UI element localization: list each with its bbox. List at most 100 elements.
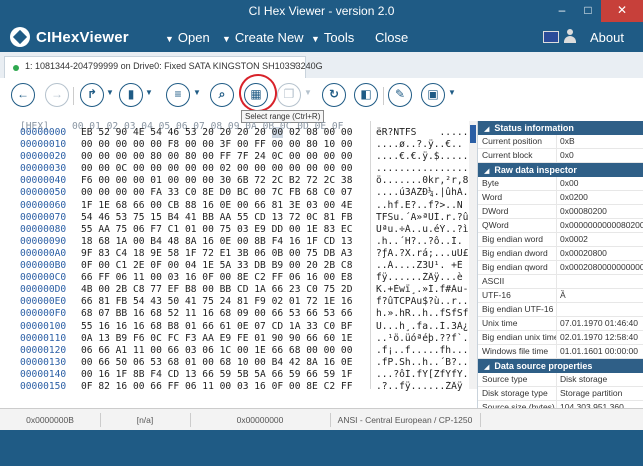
menu-tools[interactable]: ▼ Tools	[311, 30, 354, 45]
hex-row[interactable]: 66 FF 06 11 00 03 16 0F 00 8E C2 FF 06 1…	[81, 272, 352, 284]
hex-row[interactable]: 9F 83 C4 18 9E 58 1F 72 E1 3B 06 0B 00 7…	[81, 248, 352, 260]
hex-row[interactable]: 00 66 50 06 53 68 01 00 68 10 00 B4 42 8…	[81, 357, 352, 369]
ascii-row[interactable]: ö.......0kr,²r,8	[376, 175, 474, 187]
hex-row[interactable]: 06 66 A1 11 00 66 03 06 1C 00 1E 66 68 0…	[81, 345, 352, 357]
hex-row[interactable]: 00 00 00 00 00 F8 00 00 3F 00 FF 00 00 8…	[81, 139, 352, 151]
property-row[interactable]: Big endian word 0x0002	[478, 233, 643, 247]
list-dropdown-icon[interactable]: ▼	[193, 88, 201, 97]
property-value: 0x0000000000080200	[556, 219, 643, 232]
property-row[interactable]: Big endian unix time 02.01.1970 12:58:40	[478, 331, 643, 345]
property-row[interactable]: Source type Disk storage	[478, 373, 643, 387]
property-row[interactable]: Big endian UTF-16	[478, 303, 643, 317]
close-window-button[interactable]: ✕	[601, 0, 643, 22]
inspector-section-header[interactable]: ◢ Raw data inspector	[478, 163, 643, 177]
ascii-row[interactable]: .?..fÿ......ŽÂÿ	[376, 381, 474, 393]
copy-icon[interactable]: ❐	[277, 83, 301, 107]
ascii-row[interactable]: ..¹ö.üóªéþ.??f`.	[376, 333, 474, 345]
ascii-row[interactable]: U...h¸.fa..Í.3À¿	[376, 321, 474, 333]
status-encoding[interactable]: ANSI - Central European / CP-1250	[330, 413, 481, 427]
hex-row[interactable]: 55 16 16 16 68 B8 01 66 61 0E 07 CD 1A 3…	[81, 321, 352, 333]
refresh-icon[interactable]: ↻	[322, 83, 346, 107]
jump-dropdown-icon[interactable]: ▼	[106, 88, 114, 97]
status-section-header[interactable]: ◢ Status information	[478, 121, 643, 135]
hex-row[interactable]: 55 AA 75 06 F7 C1 01 00 75 03 E9 DD 00 1…	[81, 224, 352, 236]
ascii-row[interactable]: TFSu.´A»ªUÍ.r.?û	[376, 212, 474, 224]
ascii-row[interactable]: .f¡..f.....fh...	[376, 345, 474, 357]
hex-row[interactable]: 0F 00 C1 2E 0F 00 04 1E 5A 33 DB B9 00 2…	[81, 260, 352, 272]
logo-icon	[10, 27, 30, 47]
property-row[interactable]: Big endian dword 0x00020800	[478, 247, 643, 261]
maximize-button[interactable]: □	[575, 0, 601, 22]
hex-row[interactable]: 4B 00 2B C8 77 EF B8 00 BB CD 1A 66 23 C…	[81, 284, 352, 296]
menu-open[interactable]: ▼ Open	[165, 30, 210, 45]
property-row[interactable]: Byte 0x00	[478, 177, 643, 191]
close-tab-icon[interactable]: ×	[292, 60, 298, 71]
property-row[interactable]: Current position 0xB	[478, 135, 643, 149]
ascii-row[interactable]: K.+Èwï¸.»Í.f#Àu-	[376, 284, 474, 296]
hex-row[interactable]: 66 81 FB 54 43 50 41 75 24 81 F9 02 01 7…	[81, 296, 352, 308]
property-row[interactable]: Unix time 07.01.1970 01:46:40	[478, 317, 643, 331]
menu-close[interactable]: Close	[375, 30, 408, 45]
save-icon[interactable]: ▣	[421, 83, 445, 107]
hex-row[interactable]: 00 16 1F 8B F4 CD 13 66 59 5B 5A 66 59 6…	[81, 369, 352, 381]
forward-icon[interactable]: →	[45, 83, 69, 107]
property-row[interactable]: Windows file time 01.01.1601 00:00:00	[478, 345, 643, 359]
user-icon[interactable]	[564, 29, 576, 43]
property-row[interactable]: QWord 0x0000000000080200	[478, 219, 643, 233]
ascii-row[interactable]: ?ƒÄ.?X.rá;...uÛ£	[376, 248, 474, 260]
hex-row[interactable]: 00 00 00 00 80 00 80 00 FF 7F 24 0C 00 0…	[81, 151, 352, 163]
ascii-row[interactable]: ....€.€.ÿ.$.....	[376, 151, 474, 163]
property-row[interactable]: Current block 0x0	[478, 149, 643, 163]
ascii-row[interactable]: ....ú3ÀŽÐ¼.|ûhÀ.	[376, 187, 474, 199]
language-flag-icon[interactable]	[543, 31, 559, 43]
menu-create-new[interactable]: ▼ Create New	[222, 30, 304, 45]
hex-row[interactable]: EB 52 90 4E 54 46 53 20 20 20 20 00 02 0…	[81, 127, 352, 139]
ascii-row[interactable]: fÿ......ŽÂÿ...è	[376, 272, 474, 284]
ascii-row[interactable]: ..Á....Z3Û¹. +È	[376, 260, 474, 272]
ascii-row[interactable]: h.».hR..h..fSfSf	[376, 308, 474, 320]
minimize-button[interactable]: –	[549, 0, 575, 22]
menu-about[interactable]: About	[590, 30, 624, 45]
save-dropdown-icon[interactable]: ▼	[448, 88, 456, 97]
ascii-row[interactable]: ................	[376, 163, 474, 175]
property-row[interactable]: Source size (bytes) 104 303 951 360	[478, 401, 643, 408]
bookmark-dropdown-icon[interactable]: ▼	[145, 88, 153, 97]
back-icon[interactable]: ←	[11, 83, 35, 107]
property-row[interactable]: Big endian qword 0x0002080000000000	[478, 261, 643, 275]
hex-row[interactable]: 1F 1E 68 66 00 CB 88 16 0E 00 66 81 3E 0…	[81, 200, 352, 212]
vertical-scrollbar[interactable]	[469, 121, 477, 389]
property-row[interactable]: UTF-16 Ȁ	[478, 289, 643, 303]
selected-byte[interactable]: 00	[271, 127, 284, 138]
ascii-row[interactable]: .h..´H?..?ô..Í.	[376, 236, 474, 248]
property-row[interactable]: Word 0x0200	[478, 191, 643, 205]
bookmark-icon[interactable]: ▮	[119, 83, 143, 107]
ascii-row[interactable]: ...?ôÍ.fY[ZfYfY.	[376, 369, 474, 381]
hex-row[interactable]: 0F 82 16 00 66 FF 06 11 00 03 16 0F 00 8…	[81, 381, 352, 393]
list-icon[interactable]: ≡	[166, 83, 190, 107]
scrollbar-thumb[interactable]	[470, 125, 476, 143]
hex-row[interactable]: 18 68 1A 00 B4 48 8A 16 0E 00 8B F4 16 1…	[81, 236, 352, 248]
hex-row[interactable]: F6 00 00 00 01 00 00 00 30 6B 72 2C B2 7…	[81, 175, 352, 187]
hex-row[interactable]: 54 46 53 75 15 B4 41 BB AA 55 CD 13 72 0…	[81, 212, 352, 224]
hex-row[interactable]: 68 07 BB 16 68 52 11 16 68 09 00 66 53 6…	[81, 308, 352, 320]
property-row[interactable]: Disk storage type Storage partition	[478, 387, 643, 401]
ascii-row[interactable]: ..hf.Ë?..f?>..N	[376, 200, 474, 212]
hex-bytes-grid[interactable]: EB 52 90 4E 54 46 53 20 20 20 20 00 02 0…	[81, 127, 352, 393]
hex-row[interactable]: 00 00 00 00 FA 33 C0 8E D0 BC 00 7C FB 6…	[81, 187, 352, 199]
property-row[interactable]: ASCII	[478, 275, 643, 289]
source-section-header[interactable]: ◢ Data source properties	[478, 359, 643, 373]
ascii-row[interactable]: ....ø..?.ÿ..€..	[376, 139, 474, 151]
ascii-row[interactable]: Uªu.÷Á..u.éÝ..?ì	[376, 224, 474, 236]
ascii-row[interactable]: f?ûTCPAu$?ù..r..	[376, 296, 474, 308]
ascii-column[interactable]: ëR?NTFS ..... ....ø..?.ÿ..€.. ....€.€.ÿ.$.…	[376, 127, 474, 393]
hex-row[interactable]: 0A 13 B9 F6 0C FC F3 AA E9 FE 01 90 90 6…	[81, 333, 352, 345]
property-row[interactable]: DWord 0x00080200	[478, 205, 643, 219]
ascii-row[interactable]: .fP.Sh..h..´B?..	[376, 357, 474, 369]
jump-icon[interactable]: ↱	[80, 83, 104, 107]
hex-row[interactable]: 00 00 0C 00 00 00 00 00 02 00 00 00 00 0…	[81, 163, 352, 175]
edit-icon[interactable]: ✎	[388, 83, 412, 107]
columns-icon[interactable]: ◧	[354, 83, 378, 107]
ascii-row[interactable]: ëR?NTFS .....	[376, 127, 474, 139]
copy-dropdown-icon[interactable]: ▼	[304, 88, 312, 97]
search-icon[interactable]: ⌕	[210, 83, 234, 107]
